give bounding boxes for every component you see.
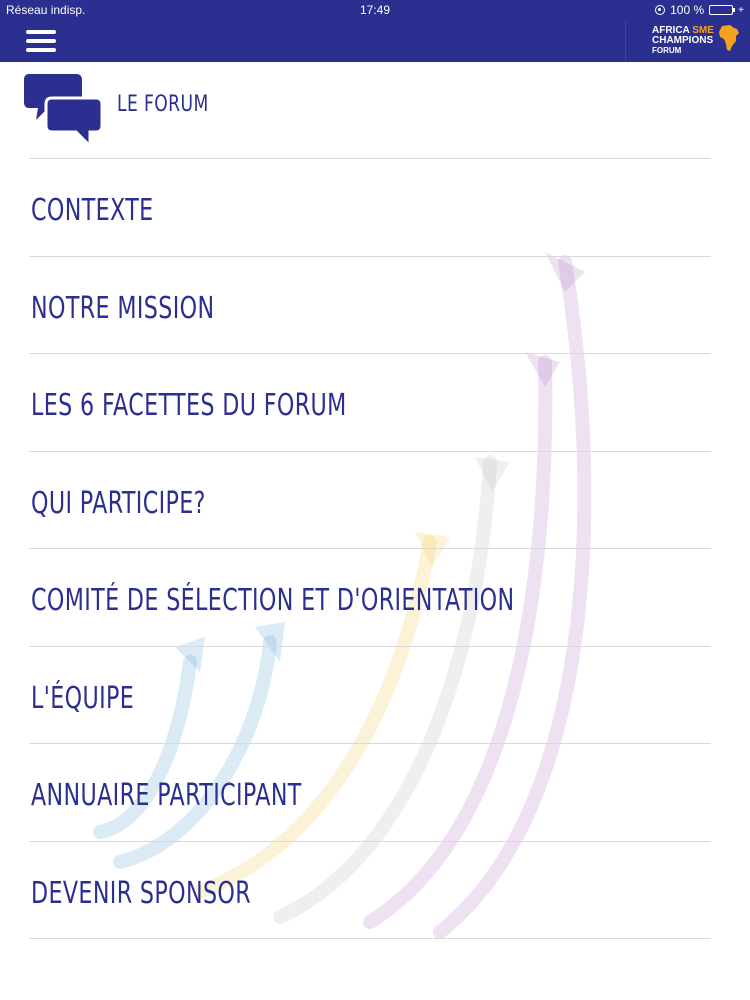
menu-item-annuaire[interactable]: ANNUAIRE PARTICIPANT [29, 743, 711, 841]
logo-area: AFRICA SME CHAMPIONS FORUM [625, 20, 750, 62]
section-header: LE FORUM [24, 72, 714, 158]
clock: 17:49 [359, 3, 391, 17]
nav-bar: AFRICA SME CHAMPIONS FORUM [0, 20, 750, 62]
menu-item-label: CONTEXTE [31, 193, 154, 228]
menu-item-facettes[interactable]: LES 6 FACETTES DU FORUM [29, 353, 711, 451]
status-bar: Réseau indisp. 17:49 100 % + [0, 0, 750, 20]
charging-icon: + [738, 4, 744, 16]
africa-map-icon [719, 25, 739, 51]
menu-item-comite[interactable]: COMITÉ DE SÉLECTION ET D'ORIENTATION [29, 548, 711, 646]
hamburger-menu-icon[interactable] [26, 28, 56, 54]
menu-item-equipe[interactable]: L'ÉQUIPE [29, 645, 711, 744]
chat-bubbles-icon [24, 74, 104, 150]
logo-line-3: FORUM [652, 46, 682, 55]
menu-item-notre-mission[interactable]: NOTRE MISSION [29, 255, 711, 354]
menu-item-label: COMITÉ DE SÉLECTION ET D'ORIENTATION [31, 583, 515, 618]
menu-item-label: LES 6 FACETTES DU FORUM [31, 388, 347, 423]
menu-item-label: L'ÉQUIPE [31, 680, 135, 716]
menu-item-label: DEVENIR SPONSOR [31, 875, 252, 911]
menu-item-qui-participe[interactable]: QUI PARTICIPE? [29, 450, 711, 549]
africa-sme-champions-forum-logo: AFRICA SME CHAMPIONS FORUM [652, 24, 742, 58]
logo-line-2: CHAMPIONS [652, 35, 714, 46]
page-title: LE FORUM [117, 92, 209, 117]
menu-item-devenir-sponsor[interactable]: DEVENIR SPONSOR [29, 840, 711, 939]
rotation-lock-icon [655, 5, 666, 15]
battery-percent: 100 % [670, 3, 705, 17]
forum-menu-list: CONTEXTE NOTRE MISSION LES 6 FACETTES DU… [29, 158, 711, 939]
status-right: 100 % + [655, 3, 744, 17]
menu-item-contexte[interactable]: CONTEXTE [29, 158, 711, 256]
battery-icon [709, 5, 736, 15]
menu-item-label: NOTRE MISSION [31, 290, 215, 326]
menu-item-label: QUI PARTICIPE? [31, 485, 206, 521]
menu-item-label: ANNUAIRE PARTICIPANT [31, 778, 302, 813]
